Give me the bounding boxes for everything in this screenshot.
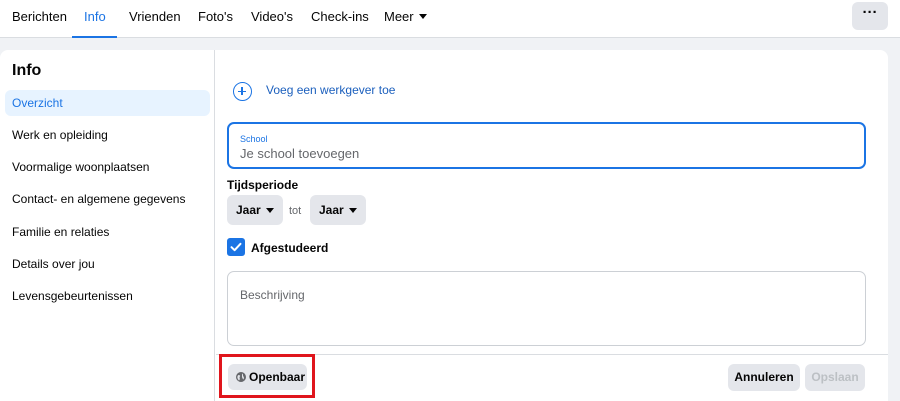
sidebar-item-werk-en-opleiding[interactable]: Werk en opleiding <box>5 122 210 148</box>
tab-label: Berichten <box>12 9 67 24</box>
sidebar-item-familie[interactable]: Familie en relaties <box>5 219 210 245</box>
description-field[interactable] <box>227 271 866 346</box>
checkmark-icon <box>230 242 242 252</box>
caret-down-icon <box>349 208 357 213</box>
save-button[interactable]: Opslaan <box>805 364 865 391</box>
end-year-dropdown[interactable]: Jaar <box>310 195 366 225</box>
graduated-checkbox[interactable] <box>227 238 245 256</box>
footer-divider <box>216 354 888 355</box>
sidebar-item-overzicht[interactable]: Overzicht <box>5 90 210 116</box>
add-employer-label: Voeg een werkgever toe <box>266 83 396 97</box>
more-options-button[interactable]: ··· <box>852 2 888 30</box>
tab-label: Info <box>84 9 106 24</box>
globe-icon <box>236 372 246 382</box>
school-field-label: School <box>240 134 268 144</box>
sidebar-item-details[interactable]: Details over jou <box>5 251 210 277</box>
graduated-label: Afgestudeerd <box>251 241 329 255</box>
sidebar-item-levensgebeurtenissen[interactable]: Levensgebeurtenissen <box>5 283 210 309</box>
sidebar-title: Info <box>12 62 42 79</box>
tab-label: Meer <box>384 9 414 24</box>
about-card: Info Overzicht Werk en opleiding Voormal… <box>0 50 888 401</box>
caret-down-icon <box>418 14 427 19</box>
tab-berichten[interactable]: Berichten <box>12 0 67 38</box>
start-year-value: Jaar <box>236 203 261 217</box>
tab-label: Foto's <box>198 9 233 24</box>
end-year-value: Jaar <box>319 203 344 217</box>
tab-videos[interactable]: Video's <box>251 0 293 38</box>
cancel-button[interactable]: Annuleren <box>728 364 800 391</box>
privacy-label: Openbaar <box>249 370 306 384</box>
profile-tab-bar: Berichten Info Vrienden Foto's Video's C… <box>0 0 900 38</box>
caret-down-icon <box>266 208 274 213</box>
tab-checkins[interactable]: Check-ins <box>311 0 369 38</box>
period-separator: tot <box>289 205 302 217</box>
time-period-label: Tijdsperiode <box>227 178 299 192</box>
start-year-dropdown[interactable]: Jaar <box>227 195 283 225</box>
tab-fotos[interactable]: Foto's <box>198 0 233 38</box>
school-field[interactable]: School <box>227 122 866 169</box>
sidebar-item-contact[interactable]: Contact- en algemene gegevens <box>5 186 210 212</box>
tab-meer[interactable]: Meer <box>384 0 427 38</box>
sidebar-item-woonplaatsen[interactable]: Voormalige woonplaatsen <box>5 154 210 180</box>
tab-label: Check-ins <box>311 9 369 24</box>
privacy-selector-button[interactable]: Openbaar <box>228 364 307 390</box>
about-sidebar: Info Overzicht Werk en opleiding Voormal… <box>0 50 215 401</box>
tab-label: Video's <box>251 9 293 24</box>
tab-info[interactable]: Info <box>72 0 117 38</box>
tab-vrienden[interactable]: Vrienden <box>129 0 181 38</box>
school-input[interactable] <box>240 146 840 161</box>
description-input[interactable] <box>240 288 840 338</box>
tab-label: Vrienden <box>129 9 181 24</box>
plus-circle-icon <box>233 82 252 101</box>
